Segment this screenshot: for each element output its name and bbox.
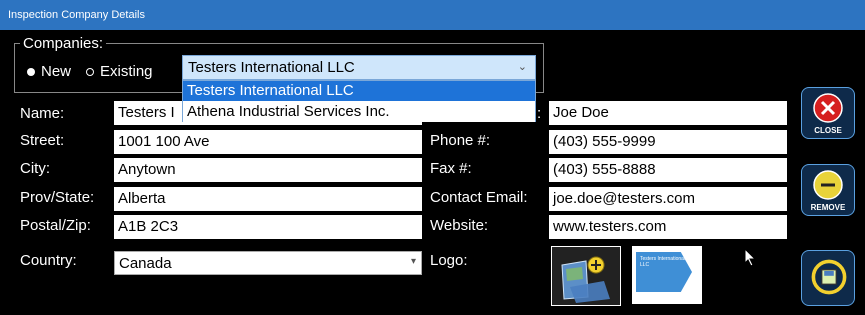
email-label: Contact Email:: [430, 189, 528, 206]
remove-icon: [813, 170, 843, 200]
add-logo-icon: [561, 256, 610, 303]
inspection-company-window: Inspection Company Details Companies: Ne…: [0, 0, 865, 315]
contact-label-partial: :: [537, 105, 542, 122]
chevron-down-icon[interactable]: ⌄: [518, 60, 527, 73]
name-label: Name:: [20, 105, 65, 122]
add-logo-button[interactable]: [551, 246, 621, 306]
radio-new-indicator: [27, 68, 35, 77]
city-label: City:: [20, 160, 50, 177]
save-icon: [811, 259, 847, 295]
dropdown-option[interactable]: Testers International LLC: [183, 81, 535, 101]
remove-label: REMOVE: [810, 203, 846, 212]
logo-label: Logo:: [430, 252, 468, 269]
website-field[interactable]: www.testers.com: [549, 215, 787, 239]
contact-field[interactable]: Joe Doe: [549, 101, 787, 125]
logo-thumbnail: Testers International LLC: [632, 246, 702, 304]
street-label: Street:: [20, 132, 65, 149]
email-field[interactable]: joe.doe@testers.com: [549, 187, 787, 211]
city-field[interactable]: Anytown: [114, 158, 422, 182]
mouse-cursor-icon: [744, 248, 757, 267]
radio-new-label: New: [41, 63, 72, 80]
country-label: Country:: [20, 252, 77, 269]
company-dropdown-list: Testers International LLC Athena Industr…: [182, 80, 536, 122]
fax-field[interactable]: (403) 555-8888: [549, 158, 787, 182]
title-bar: Inspection Company Details: [0, 0, 865, 30]
website-label: Website:: [430, 217, 489, 234]
company-select[interactable]: Testers International LLC ⌄: [182, 55, 536, 80]
close-label: CLOSE: [814, 126, 842, 135]
close-button[interactable]: CLOSE: [801, 87, 855, 139]
postal-field[interactable]: A1B 2C3: [114, 215, 422, 239]
companies-legend: Companies:: [20, 35, 107, 52]
country-select-value: Canada: [119, 255, 172, 272]
radio-new[interactable]: New: [27, 63, 71, 80]
logo-thumbnail-text: Testers International LLC: [636, 252, 692, 292]
prov-label: Prov/State:: [20, 189, 95, 206]
phone-label: Phone #:: [430, 132, 491, 149]
chevron-down-icon[interactable]: ▾: [411, 256, 416, 267]
postal-label: Postal/Zip:: [20, 217, 91, 234]
remove-button[interactable]: REMOVE: [801, 164, 855, 216]
save-button[interactable]: [801, 250, 855, 306]
prov-field[interactable]: Alberta: [114, 187, 422, 211]
phone-field[interactable]: (403) 555-9999: [549, 130, 787, 154]
street-field[interactable]: 1001 100 Ave: [114, 130, 422, 154]
radio-existing[interactable]: Existing: [86, 63, 153, 80]
close-icon: [813, 93, 843, 123]
window-title: Inspection Company Details: [8, 9, 145, 21]
country-select[interactable]: Canada ▾: [114, 251, 422, 275]
radio-existing-indicator: [86, 68, 94, 77]
dropdown-option[interactable]: Athena Industrial Services Inc.: [183, 102, 535, 122]
radio-existing-label: Existing: [100, 63, 153, 80]
company-select-value: Testers International LLC: [188, 59, 355, 76]
fax-label: Fax #:: [430, 160, 472, 177]
